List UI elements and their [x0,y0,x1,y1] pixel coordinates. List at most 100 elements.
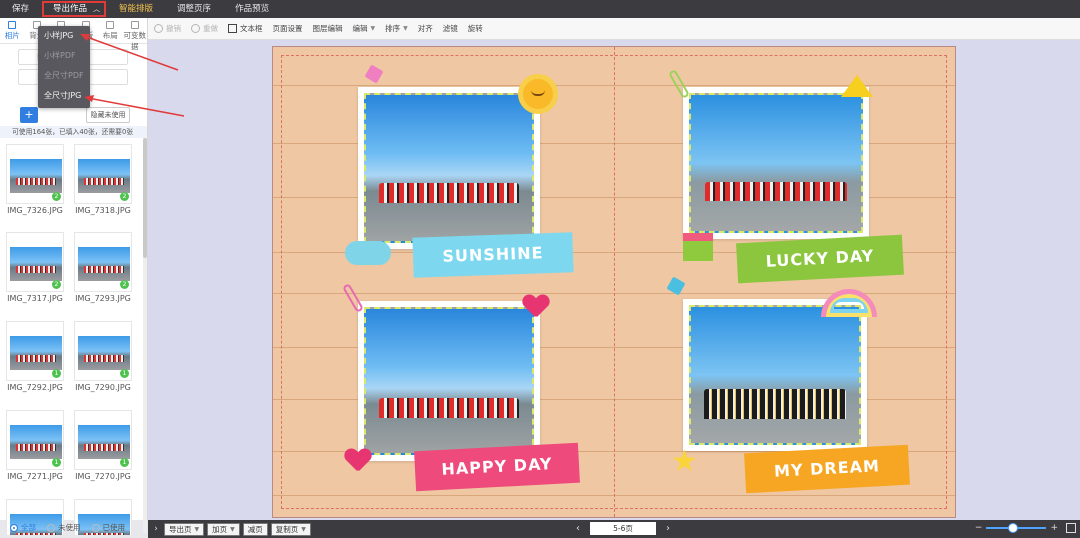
smart-layout-menu[interactable]: 智能排版 [107,0,165,18]
crown-sticker-icon [841,75,873,97]
spine-guide [614,47,615,517]
align-button[interactable]: 对齐 [418,23,433,34]
page-spread[interactable]: SUNSHINE LUCKY DAY HAPPY DAY ★ MY DREAM [272,46,956,518]
zoom-slider[interactable] [986,523,1047,533]
tab-layout[interactable]: 布局 [98,18,123,43]
thumbnail-filename: IMG_7317.JPG [7,294,63,303]
layer-edit-button[interactable]: 图层编辑 [313,23,343,34]
hide-unused-button[interactable]: 隐藏未使用 [86,107,130,123]
edit-dropdown[interactable]: 编辑 ▼ [353,23,376,34]
export-preview-pdf-option: 小样PDF [44,51,76,60]
group-photo [689,305,861,445]
export-menu[interactable]: 导出作品 ︿ [41,0,107,18]
zoom-out-button[interactable]: − [975,523,983,533]
export-dropdown-menu: 小样JPG 小样PDF 全尺寸PDF 全尺寸JPG [38,26,90,108]
thumbnail-image: 1 [6,321,64,381]
label-happy-day[interactable]: HAPPY DAY [414,442,580,492]
layout-icon [106,21,115,29]
add-page-button[interactable]: 加页 ▼ [207,522,240,536]
top-menu-bar: 保存 导出作品 ︿ 智能排版 调整页序 作品预览 [0,0,1080,18]
textbox-button[interactable]: 文本框 [228,23,263,34]
add-photo-button[interactable]: + [20,107,38,123]
thumbnail-filename: IMG_7271.JPG [7,472,63,481]
tab-photos[interactable]: 相片 [0,18,25,43]
next-page-icon[interactable]: › [662,523,674,534]
photo-frame-lucky-day[interactable] [683,87,869,239]
sort-dropdown[interactable]: 排序 ▼ [385,23,408,34]
scrollbar-thumb[interactable] [143,138,147,258]
use-count-badge: 2 [120,280,129,289]
redo-icon [191,24,200,33]
radio-icon [91,523,100,532]
use-count-badge: 1 [120,369,129,378]
chevron-down-icon: ▼ [301,525,306,533]
prev-page-icon[interactable]: ‹ [572,523,584,534]
photo-filter-group: 全部 未使用 已使用 [10,522,136,533]
chevron-down-icon: ▼ [230,525,235,533]
page-indicator[interactable]: 5-6页 [590,522,656,535]
export-preview-jpg-option[interactable]: 小样JPG [38,26,90,46]
photo-thumbnail[interactable]: 1 IMG_7270.JPG [74,410,132,481]
photo-thumbnail[interactable]: 2 IMG_7317.JPG [6,232,64,303]
rotate-button[interactable]: 旋转 [468,23,483,34]
zoom-in-button[interactable]: + [1050,523,1058,533]
export-page-button[interactable]: 导出页 ▼ [164,522,205,536]
export-fullsize-jpg-option[interactable]: 全尺寸JPG [38,86,90,106]
thumbnail-image: 2 [6,144,64,204]
export-menu-label: 导出作品 [53,4,88,14]
radio-icon [10,523,18,532]
edit-toolbar: 撤销 重做 文本框 页面设置 图层编辑 编辑 ▼ 排序 ▼ 对齐 滤镜 旋转 [148,18,1080,40]
heart-sticker-icon [523,295,549,319]
zoom-slider-knob[interactable] [1008,523,1019,533]
bottom-page-bar: › 导出页 ▼ 加页 ▼ 减页 复制页 ▼ ‹ 5-6页 › − + [148,520,1080,538]
thumbnail-filename: IMG_7293.JPG [75,294,131,303]
photo-thumbnail[interactable]: 1 IMG_7271.JPG [6,410,64,481]
photo-thumbnail[interactable]: 2 IMG_7318.JPG [74,144,132,215]
cloud-sticker-icon [345,241,391,265]
undo-button[interactable]: 撤销 [154,23,181,34]
photo-thumbnail[interactable]: 1 IMG_7290.JPG [74,321,132,392]
save-menu[interactable]: 保存 [0,0,41,18]
use-count-badge: 2 [52,192,61,201]
design-workspace[interactable]: SUNSHINE LUCKY DAY HAPPY DAY ★ MY DREAM [148,40,1080,520]
photo-frame-sunshine[interactable] [358,87,540,249]
photo-thumbnail[interactable]: 2 IMG_7326.JPG [6,144,64,215]
photo-usage-status: 可使用164张，已填入40张，还需要0张 [0,126,147,138]
thumbnail-scrollbar[interactable] [143,138,147,533]
photo-frame-happy-day[interactable] [358,301,540,461]
page-settings-button[interactable]: 页面设置 [273,23,303,34]
copy-page-button[interactable]: 复制页 ▼ [270,522,311,536]
variable-data-icon [130,21,139,29]
adjust-pages-menu[interactable]: 调整页序 [165,0,223,18]
chevron-down-icon: ▼ [370,25,376,32]
thumbnail-filename: IMG_7318.JPG [75,206,131,215]
fit-screen-icon[interactable] [1066,523,1076,533]
filter-used-radio[interactable]: 已使用 [91,522,125,533]
radio-icon [47,523,55,532]
thumbnail-image: 2 [74,144,132,204]
filter-all-radio[interactable]: 全部 [10,522,36,533]
delete-page-button[interactable]: 减页 [242,522,268,536]
use-count-badge: 1 [52,458,61,467]
filter-button[interactable]: 滤镜 [443,23,458,34]
chevron-right-icon[interactable]: › [148,524,164,534]
group-photo [364,93,534,243]
thumbnail-image: 1 [74,321,132,381]
photo-thumbnail[interactable]: 1 IMG_7292.JPG [6,321,64,392]
redo-button[interactable]: 重做 [191,23,218,34]
filter-unused-radio[interactable]: 未使用 [47,522,81,533]
undo-icon [154,24,163,33]
photo-frame-my-dream[interactable] [683,299,867,451]
label-my-dream[interactable]: MY DREAM [744,444,910,494]
group-photo [689,93,863,233]
chevron-up-icon: ︿ [93,5,101,13]
use-count-badge: 2 [120,192,129,201]
thumbnail-image: 1 [74,410,132,470]
photo-thumbnail[interactable]: 2 IMG_7293.JPG [74,232,132,303]
page-navigator: ‹ 5-6页 › [572,522,674,535]
heart-sticker-icon [345,449,371,473]
label-sunshine[interactable]: SUNSHINE [412,232,574,278]
preview-menu[interactable]: 作品预览 [223,0,281,18]
thumbnail-image: 2 [74,232,132,292]
tab-variable-data[interactable]: 可变数据 [123,18,148,51]
